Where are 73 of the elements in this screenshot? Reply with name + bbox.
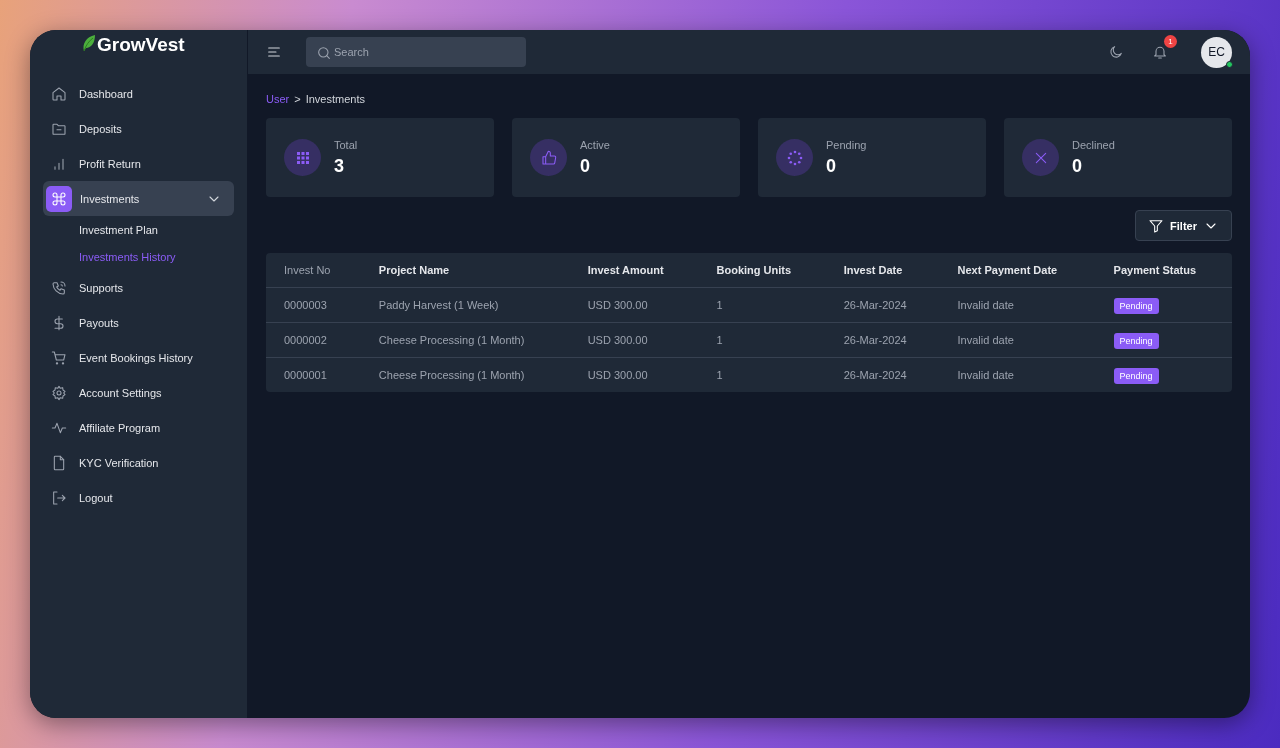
- table-cell: Cheese Processing (1 Month): [360, 322, 570, 357]
- dollar-icon: [51, 314, 67, 331]
- table-cell: Cheese Processing (1 Month): [360, 357, 570, 392]
- table-cell: 1: [698, 322, 826, 357]
- stat-value: 0: [826, 155, 837, 177]
- stat-value: 3: [334, 155, 345, 177]
- thumbs-up-icon: [540, 149, 557, 166]
- column-header: Booking Units: [698, 253, 826, 287]
- table-cell: 1: [698, 357, 826, 392]
- sidebar-item[interactable]: Deposits: [43, 111, 234, 146]
- column-header: Invest No: [266, 253, 361, 287]
- table-cell: Paddy Harvest (1 Week): [360, 287, 570, 322]
- stat-label: Active: [580, 138, 610, 151]
- brand-logo: GrowVest: [97, 34, 185, 56]
- table-cell: USD 300.00: [569, 287, 699, 322]
- breadcrumb-item[interactable]: User: [266, 93, 290, 105]
- stat-value: 0: [580, 155, 591, 177]
- notification-badge: 1: [1164, 35, 1177, 48]
- moon-icon: [1108, 44, 1124, 60]
- breadcrumb-separator: >: [294, 93, 301, 105]
- status-badge: Pending: [1113, 332, 1159, 349]
- sidebar-item[interactable]: Investments: [43, 181, 234, 216]
- column-header: Payment Status: [1095, 253, 1232, 287]
- menu-icon: [266, 44, 282, 60]
- column-header: Project Name: [360, 253, 570, 287]
- table-cell: Invalid date: [939, 322, 1096, 357]
- table-cell: 0000003: [266, 287, 361, 322]
- status-badge: Pending: [1113, 297, 1159, 314]
- sidebar-item[interactable]: KYC Verification: [43, 445, 234, 480]
- sidebar-item[interactable]: Dashboard: [43, 76, 234, 111]
- table-cell: 26-Mar-2024: [825, 322, 940, 357]
- breadcrumb-item: Investments: [305, 93, 365, 105]
- home-icon: [51, 85, 67, 102]
- leaf-icon: [82, 34, 96, 52]
- sidebar-subitem[interactable]: Investments History: [43, 243, 234, 270]
- status-badge: Pending: [1113, 367, 1159, 384]
- cart-icon: [51, 349, 67, 366]
- sidebar-item[interactable]: Supports: [43, 270, 234, 305]
- phone-icon: [51, 279, 67, 296]
- column-header: Invest Date: [825, 253, 940, 287]
- table-cell: 26-Mar-2024: [825, 357, 940, 392]
- stat-label: Pending: [826, 138, 867, 151]
- command-icon: [51, 190, 67, 207]
- table-cell: USD 300.00: [569, 322, 699, 357]
- loading-icon: [786, 149, 803, 166]
- settings-icon: [51, 384, 67, 401]
- stat-label: Declined: [1072, 138, 1115, 151]
- table-cell: Invalid date: [939, 287, 1096, 322]
- search-field[interactable]: Search: [306, 37, 526, 67]
- table-cell: 0000002: [266, 322, 361, 357]
- sidebar-item[interactable]: Logout: [43, 480, 234, 515]
- table-cell: Invalid date: [939, 357, 1096, 392]
- column-header: Invest Amount: [569, 253, 699, 287]
- table-cell: 0000001: [266, 357, 361, 392]
- bell-icon: [1152, 44, 1168, 60]
- sidebar-item[interactable]: Account Settings: [43, 375, 234, 410]
- table-cell: 26-Mar-2024: [825, 287, 940, 322]
- sidebar-subitem[interactable]: Investment Plan: [43, 216, 234, 243]
- filter-button[interactable]: Filter: [1135, 210, 1232, 241]
- grid-icon: [294, 149, 311, 166]
- sidebar-item[interactable]: Affiliate Program: [43, 410, 234, 445]
- user-avatar[interactable]: EC: [1201, 36, 1232, 68]
- document-icon: [51, 454, 67, 471]
- logout-icon: [51, 489, 67, 506]
- stat-label: Total: [334, 138, 358, 151]
- filter-icon: [1148, 217, 1165, 234]
- sidebar-item[interactable]: Event Bookings History: [43, 340, 234, 375]
- stat-value: 0: [1072, 155, 1083, 177]
- sidebar-item[interactable]: Profit Return: [43, 146, 234, 181]
- table-cell: USD 300.00: [569, 357, 699, 392]
- table-cell: 1: [698, 287, 826, 322]
- sidebar-item[interactable]: Payouts: [43, 305, 234, 340]
- column-header: Next Payment Date: [939, 253, 1096, 287]
